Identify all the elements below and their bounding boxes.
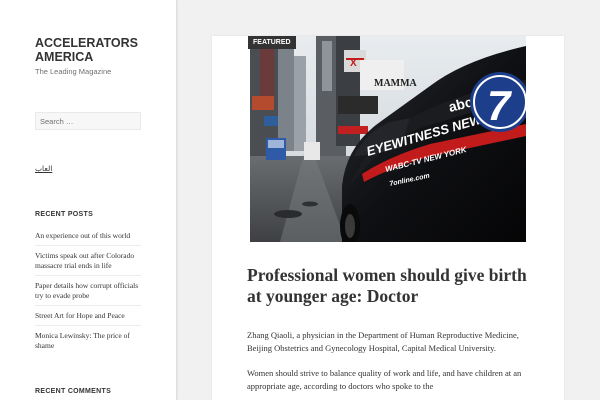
sidebar: ACCELERATORS AMERICA The Leading Magazin…	[0, 0, 176, 400]
recent-post-link[interactable]: Street Art for Hope and Peace	[35, 311, 141, 321]
street-photo: EYEWITNESS NEWS WABC-TV NEW YORK 7online…	[250, 36, 526, 242]
list-item: An experience out of this world	[35, 230, 141, 246]
recent-comments-title: RECENT COMMENTS	[35, 388, 112, 395]
list-item: Paper details how corrupt officials try …	[35, 280, 141, 306]
recent-post-link[interactable]: An experience out of this world	[35, 231, 141, 241]
recent-post-link[interactable]: Paper details how corrupt officials try …	[35, 281, 141, 301]
article-paragraph: Zhang Qiaoli, a physician in the Departm…	[247, 330, 519, 353]
arabic-link[interactable]: العاب	[35, 164, 52, 173]
list-item: Monica Lewinsky: The price of shame	[35, 330, 141, 355]
list-item: Street Art for Hope and Peace	[35, 310, 141, 326]
site-description: The Leading Magazine	[35, 67, 112, 76]
recent-posts-title: RECENT POSTS	[35, 211, 94, 218]
mamma-sign-text: MAMMA	[374, 78, 418, 89]
article-content: Zhang Qiaoli, a physician in the Departm…	[247, 329, 532, 400]
recent-posts-list: An experience out of this world Victims …	[35, 230, 141, 359]
featured-image[interactable]: EYEWITNESS NEWS WABC-TV NEW YORK 7online…	[250, 36, 526, 242]
recent-post-link[interactable]: Victims speak out after Colorado massacr…	[35, 251, 141, 271]
article-paragraph: Women should strive to balance quality o…	[247, 368, 522, 391]
article-title[interactable]: Professional women should give birth at …	[247, 265, 537, 307]
recent-post-link[interactable]: Monica Lewinsky: The price of shame	[35, 331, 141, 351]
list-item: Victims speak out after Colorado massacr…	[35, 250, 141, 276]
site-title[interactable]: ACCELERATORS AMERICA	[35, 36, 165, 64]
x-sign-text: X	[350, 58, 357, 69]
search-input[interactable]	[35, 112, 141, 130]
seven-logo-text: 7	[487, 82, 512, 129]
featured-article: FEATURED EYEWITNESS NEWS WABC-TV NEW YOR…	[212, 36, 564, 400]
featured-badge: FEATURED	[248, 36, 296, 49]
